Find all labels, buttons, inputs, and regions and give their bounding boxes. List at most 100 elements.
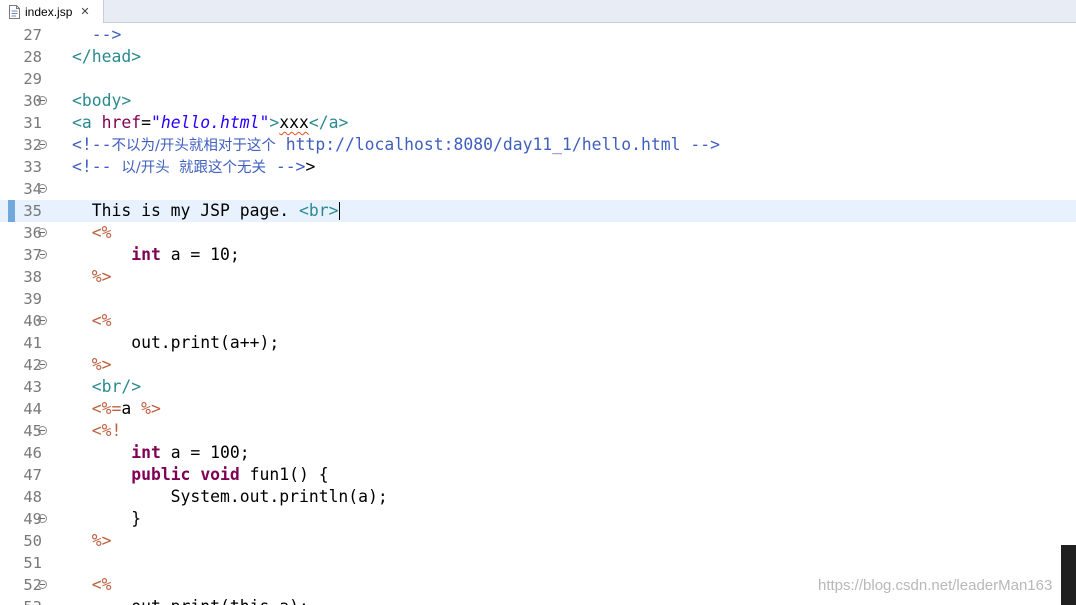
line-number: 29 — [23, 70, 42, 88]
code-token: </head> — [72, 47, 142, 66]
jsp-file-icon — [9, 4, 20, 19]
code-line[interactable]: 43 <br/> — [0, 376, 1076, 398]
code-token: <br/> — [72, 377, 142, 396]
line-number: 27 — [23, 26, 42, 44]
code-token: http://localhost:8080/day11_1/hello.html… — [275, 135, 720, 154]
line-number: 35 — [23, 202, 42, 220]
fold-toggle-icon[interactable] — [38, 140, 47, 149]
fold-toggle-icon[interactable] — [38, 228, 47, 237]
fold-toggle-icon[interactable] — [38, 96, 47, 105]
code-token: System.out.println(a); — [72, 487, 388, 506]
line-number: 47 — [23, 466, 42, 484]
code-line[interactable]: 40 <% — [0, 310, 1076, 332]
code-text: } — [72, 508, 141, 530]
fold-toggle-icon[interactable] — [38, 580, 47, 589]
code-line[interactable]: 50 %> — [0, 530, 1076, 552]
code-token: fun1() { — [239, 465, 329, 484]
fold-toggle-icon[interactable] — [38, 316, 47, 325]
code-token: %> — [72, 531, 112, 550]
code-token: int — [131, 245, 161, 264]
code-line[interactable]: 31 <a href="hello.html">xxx</a> — [0, 112, 1076, 134]
scrollbar-thumb[interactable] — [1061, 545, 1076, 605]
code-token: <a — [72, 113, 102, 132]
code-token: <body> — [72, 91, 132, 110]
line-number: 34 — [23, 180, 42, 198]
code-line[interactable]: 28 </head> — [0, 46, 1076, 68]
code-text: <%=a %> — [72, 398, 161, 420]
line-number: 52 — [23, 576, 42, 594]
code-line[interactable]: 37 int a = 10; — [0, 244, 1076, 266]
code-editor[interactable]: 27 --> 28 </head> 29 30 <body> 31 <a href="hell… — [0, 23, 1076, 605]
code-text: <% — [72, 310, 112, 332]
code-line[interactable]: 30 <body> — [0, 90, 1076, 112]
current-code-line[interactable]: 35 This is my JSP page. <br> — [0, 200, 1076, 222]
code-text: int a = 10; — [72, 244, 240, 266]
code-token: --> — [72, 25, 122, 44]
code-line[interactable]: 48 System.out.println(a); — [0, 486, 1076, 508]
code-text: <!--不以为/开头就相对于这个 http://localhost:8080/d… — [72, 134, 720, 157]
close-icon[interactable]: ✕ — [80, 5, 89, 18]
code-token: --> — [265, 157, 306, 176]
code-text: %> — [72, 530, 112, 552]
code-line[interactable]: 41 out.print(a++); — [0, 332, 1076, 354]
code-line[interactable]: 33 <!-- 以/开头 就跟这个无关 -->> — [0, 156, 1076, 178]
code-line[interactable]: 46 int a = 100; — [0, 442, 1076, 464]
code-line[interactable]: 45 <%! — [0, 420, 1076, 442]
code-line[interactable]: 36 <% — [0, 222, 1076, 244]
line-number: 37 — [23, 246, 42, 264]
code-token: out.print(this.a); — [72, 597, 309, 605]
code-text: out.print(this.a); — [72, 596, 309, 605]
fold-toggle-icon[interactable] — [38, 360, 47, 369]
line-number: 31 — [23, 114, 42, 132]
code-line[interactable]: 34 — [0, 178, 1076, 200]
code-token: <%! — [72, 421, 122, 440]
tab-index-jsp[interactable]: index.jsp ✕ — [0, 0, 104, 23]
code-line[interactable]: 51 — [0, 552, 1076, 574]
code-text: --> — [72, 24, 122, 46]
line-number: 45 — [23, 422, 42, 440]
code-text: int a = 100; — [72, 442, 250, 464]
code-token: out.print(a++); — [72, 333, 280, 352]
editor-tab-bar: index.jsp ✕ — [0, 0, 1076, 23]
line-number: 46 — [23, 444, 42, 462]
line-number: 43 — [23, 378, 42, 396]
fold-toggle-icon[interactable] — [38, 184, 47, 193]
code-text: </head> — [72, 46, 141, 68]
code-token: void — [200, 465, 240, 484]
code-line[interactable]: 32 <!--不以为/开头就相对于这个 http://localhost:8080… — [0, 134, 1076, 156]
code-line[interactable]: 47 public void fun1() { — [0, 464, 1076, 486]
code-text: <%! — [72, 420, 122, 442]
code-token: This is my JSP page. — [72, 201, 299, 220]
code-text: <a href="hello.html">xxx</a> — [72, 112, 348, 134]
code-token: <!-- — [72, 135, 112, 154]
code-token: = — [141, 113, 151, 132]
fold-toggle-icon[interactable] — [38, 250, 47, 259]
code-line[interactable]: 38 %> — [0, 266, 1076, 288]
line-number: 32 — [23, 136, 42, 154]
code-line[interactable]: 44 <%=a %> — [0, 398, 1076, 420]
code-token: href — [101, 113, 142, 132]
code-line[interactable]: 42 %> — [0, 354, 1076, 376]
fold-toggle-icon[interactable] — [38, 514, 47, 523]
code-token: > — [269, 113, 280, 132]
code-text: <% — [72, 222, 112, 244]
fold-toggle-icon[interactable] — [38, 426, 47, 435]
code-line[interactable]: 27 --> — [0, 24, 1076, 46]
code-token: %> — [72, 355, 112, 374]
code-text: This is my JSP page. <br> — [72, 200, 339, 222]
code-token: } — [72, 509, 142, 528]
code-line[interactable]: 39 — [0, 288, 1076, 310]
tab-title: index.jsp — [25, 4, 73, 19]
code-line[interactable]: 53 out.print(this.a); — [0, 596, 1076, 605]
line-number: 42 — [23, 356, 42, 374]
code-line[interactable]: 49 } — [0, 508, 1076, 530]
code-token: a = 100; — [160, 443, 250, 462]
code-line[interactable]: 29 — [0, 68, 1076, 90]
code-token: > — [305, 157, 316, 176]
code-text: out.print(a++); — [72, 332, 279, 354]
code-token: <% — [72, 311, 112, 330]
